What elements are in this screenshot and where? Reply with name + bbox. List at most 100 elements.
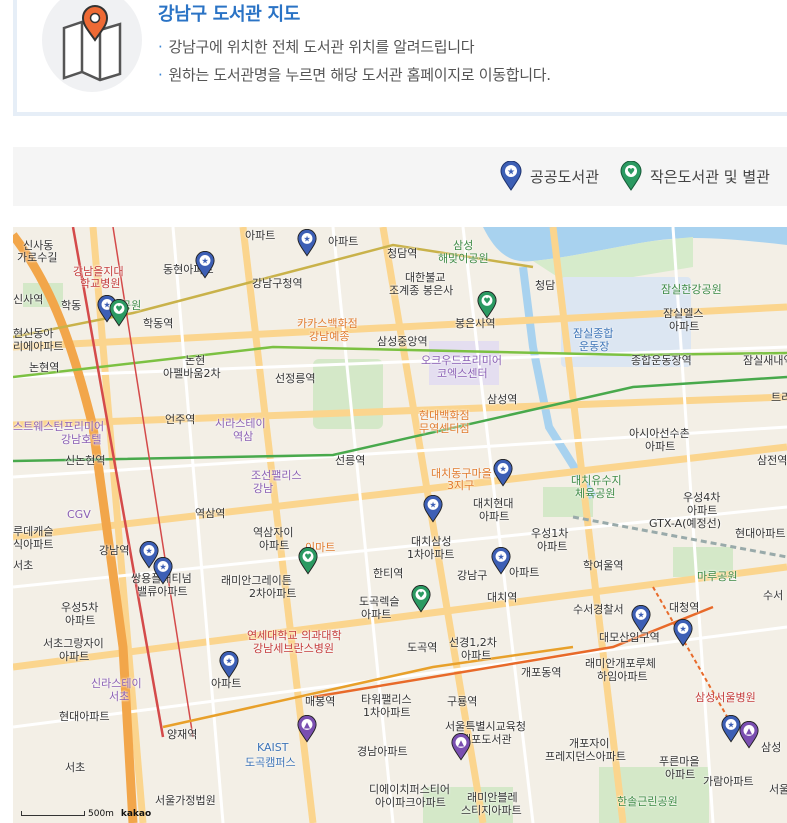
small-library-pin[interactable]: ♥ [411,584,431,613]
public-library-pin-icon: ★ [500,161,522,191]
extra-library-pin[interactable]: ▲ [739,720,759,749]
map-label: 가로수길 [17,251,58,264]
public-library-pin[interactable]: ★ [423,494,443,523]
map-label: 아파트 [65,614,96,627]
svg-text:★: ★ [429,500,436,510]
map-label: 1차아파트 [363,706,411,719]
map-label: 조계종 봉은사 [389,284,454,297]
map-label: 아이파크아파트 [375,796,446,809]
legend-bar: ★ 공공도서관 ♥ 작은도서관 및 별관 [13,147,787,206]
svg-text:♥: ♥ [115,304,122,314]
map-pin-icon: ★ [195,250,215,279]
map-label: 리에아파트 [13,340,64,353]
svg-text:★: ★ [201,256,208,266]
svg-text:★: ★ [303,234,310,244]
map-pin-icon: ♥ [411,584,431,613]
map-label: 코엑스센터 [437,367,488,380]
map-label: 서초 [13,559,34,572]
extra-library-pin[interactable]: ▲ [451,732,471,761]
svg-text:★: ★ [159,562,166,572]
map-label: 현대아파트 [59,710,110,723]
map-label: 삼성중앙역 [377,335,428,348]
map-label: 강남구청역 [252,277,303,290]
public-library-pin[interactable]: ★ [195,250,215,279]
public-library-pin[interactable]: ★ [491,546,511,575]
map-label: 아파트 [59,650,90,663]
map-label: 아펠바움2차 [163,367,221,380]
map-label: 서초 [109,690,130,703]
svg-text:♥: ♥ [304,552,311,562]
map-label: 서초 [65,761,86,774]
map-label: KAIST [257,741,289,754]
map-pin-icon: ★ [493,458,513,487]
map-label: 해맞이공원 [438,252,489,265]
svg-text:♥: ♥ [627,168,635,178]
map-label: 아파트 [665,768,696,781]
map-scale: 500m kakao [21,809,151,819]
map-label: 서울 [769,783,787,796]
map-pin-icon: ▲ [297,714,317,743]
map-pin-icon: ♥ [109,298,129,327]
map-label: 1차아파트 [407,548,455,561]
map-label: 구룡역 [447,695,478,708]
map-pin-icon: ★ [631,604,651,633]
intro-card: 강남구 도서관 지도 · 강남구에 위치한 전체 도서관 위치를 알려드립니다 ·… [13,0,787,116]
map-label: 삼전역 [757,454,787,467]
map-label: 논현역 [29,361,60,374]
map-label: 도곡역 [407,641,438,654]
map-label: 아파트 [361,608,392,621]
map-pin-icon: ♥ [477,290,497,319]
map-label: 서울가정법원 [155,794,216,807]
map-label: 종합운동장역 [631,354,692,367]
bullet-icon: · [158,38,163,56]
public-library-pin[interactable]: ★ [673,618,693,647]
public-library-pin[interactable]: ★ [297,228,317,257]
map-label: 학동 [61,299,82,312]
small-library-pin[interactable]: ♥ [477,290,497,319]
map-label: 개포동역 [521,666,562,679]
map-label: 3지구 [447,479,475,492]
map-label: 신논현역 [65,454,106,467]
map-label: 역삼 [233,430,254,443]
map-label: 신사역 [13,293,44,306]
map-label: 2차아파트 [249,587,297,600]
map-pin-icon: ★ [673,618,693,647]
map-label: 하임아파트 [597,670,648,683]
library-map[interactable]: 신사동 가로수길 강남을지대 학교병원 동현아파트 아파트 아파트 청담역 삼성 해맞이공원 대한불… [13,227,787,823]
extra-library-pin[interactable]: ▲ [297,714,317,743]
public-library-pin[interactable]: ★ [153,556,173,585]
public-library-pin[interactable]: ★ [219,650,239,679]
svg-text:♥: ♥ [483,296,490,306]
map-label: 현대아파트 [735,527,786,540]
map-label: 체육공원 [575,487,616,500]
map-label: 아파트 [537,540,568,553]
svg-text:▲: ▲ [304,720,311,730]
public-library-pin[interactable]: ★ [721,714,741,743]
map-label: 프레지던스아파트 [545,750,626,763]
map-label: 아파트 [328,235,359,248]
map-label: 강남호텔 [61,433,102,446]
small-library-pin-icon: ♥ [620,161,642,191]
small-library-pin[interactable]: ♥ [109,298,129,327]
map-pin-icon: ★ [297,228,317,257]
svg-text:★: ★ [499,464,506,474]
map-label: 아파트 [669,320,700,333]
svg-text:★: ★ [727,720,734,730]
map-label: 강남세브란스병원 [253,642,334,655]
map-label: 운동장 [579,340,610,353]
public-library-pin[interactable]: ★ [631,604,651,633]
map-pin-icon: ★ [423,494,443,523]
map-pin-icon: ▲ [451,732,471,761]
public-library-pin[interactable]: ★ [493,458,513,487]
map-pin-icon: ★ [219,650,239,679]
map-label: 청담역 [387,247,418,260]
map-label: 강남구 [457,569,488,582]
legend-small: ♥ 작은도서관 및 별관 [620,161,770,191]
map-label: 강남예종 [309,330,350,343]
map-label: 가람아파트 [703,775,754,788]
map-label: 아파트 [259,539,290,552]
map-label: 양재역 [167,728,198,741]
svg-text:▲: ▲ [746,726,753,736]
page-title: 강남구 도서관 지도 [158,4,301,25]
small-library-pin[interactable]: ♥ [298,546,318,575]
